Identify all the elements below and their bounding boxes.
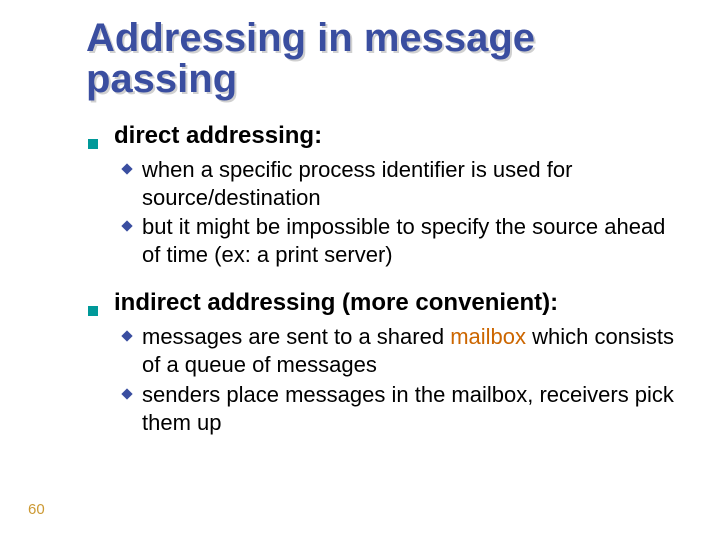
list-item: but it might be impossible to specify th… <box>120 213 680 269</box>
list-item-text: messages are sent to a shared mailbox wh… <box>142 323 680 379</box>
list-item: messages are sent to a shared mailbox wh… <box>120 323 680 379</box>
page-number: 60 <box>28 501 45 518</box>
square-bullet-icon <box>88 306 98 316</box>
section-heading: direct addressing: <box>114 122 322 150</box>
highlight-mailbox: mailbox <box>450 324 526 349</box>
section-direct-items: when a specific process identifier is us… <box>120 156 680 270</box>
section-indirect: indirect addressing (more convenient): m… <box>88 289 680 437</box>
slide-title: Addressing in message passing <box>86 18 680 100</box>
section-indirect-items: messages are sent to a shared mailbox wh… <box>120 323 680 437</box>
list-item-text: senders place messages in the mailbox, r… <box>142 381 680 437</box>
diamond-bullet-icon <box>120 387 134 401</box>
diamond-bullet-icon <box>120 219 134 233</box>
square-bullet-icon <box>88 139 98 149</box>
list-item: senders place messages in the mailbox, r… <box>120 381 680 437</box>
section-heading-row: direct addressing: <box>88 122 680 150</box>
section-direct: direct addressing: when a specific proce… <box>88 122 680 270</box>
list-item-text: but it might be impossible to specify th… <box>142 213 680 269</box>
section-heading: indirect addressing (more convenient): <box>114 289 558 317</box>
slide: Addressing in message passing direct add… <box>0 0 720 540</box>
list-item: when a specific process identifier is us… <box>120 156 680 212</box>
list-item-text: when a specific process identifier is us… <box>142 156 680 212</box>
section-heading-row: indirect addressing (more convenient): <box>88 289 680 317</box>
diamond-bullet-icon <box>120 162 134 176</box>
diamond-bullet-icon <box>120 329 134 343</box>
